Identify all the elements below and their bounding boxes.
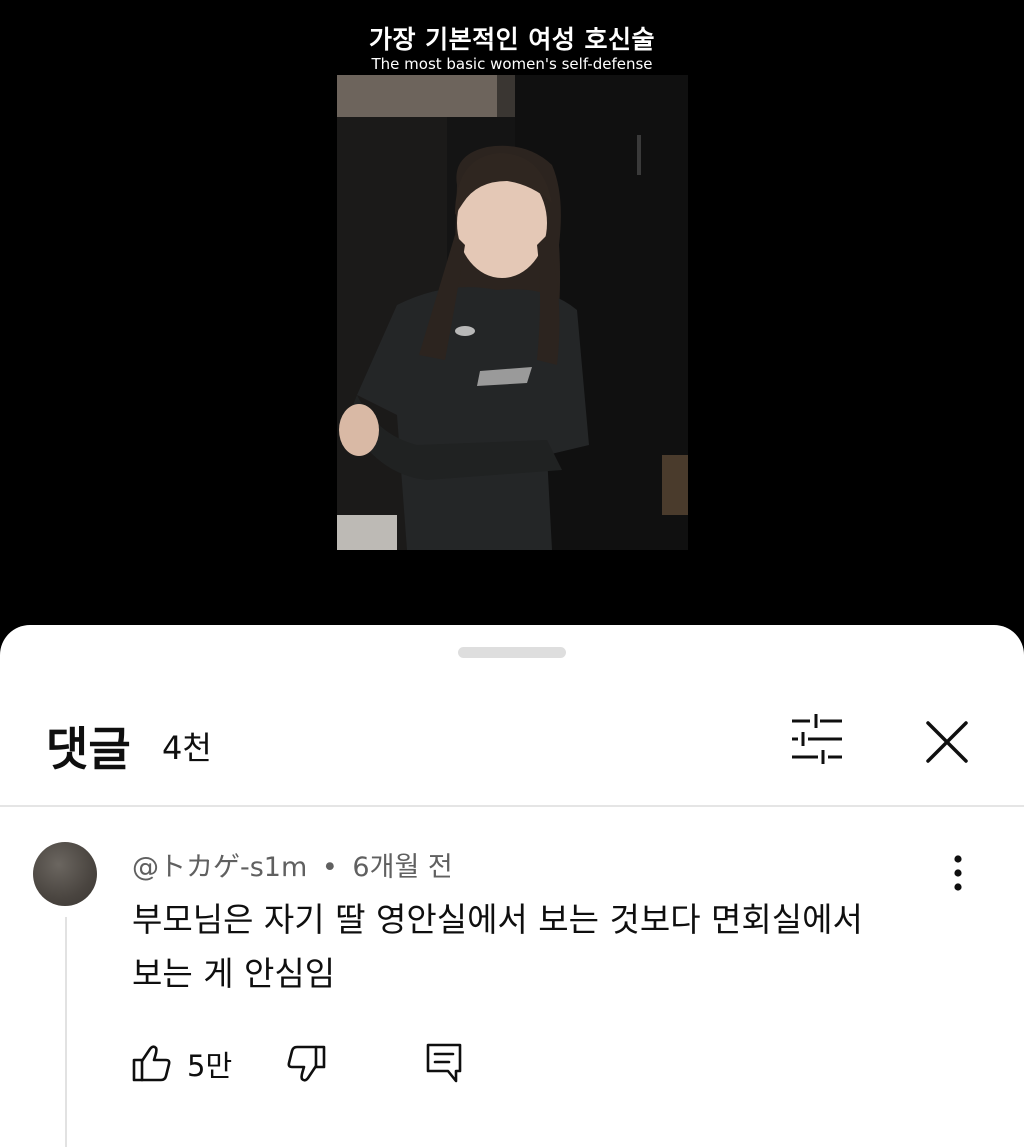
thread-line bbox=[65, 917, 67, 1147]
header-divider bbox=[0, 805, 1024, 807]
close-button[interactable] bbox=[922, 717, 972, 767]
comments-title: 댓글 bbox=[46, 722, 131, 776]
comments-count: 4천 bbox=[162, 729, 212, 767]
comment-time: 6개월 전 bbox=[352, 852, 453, 883]
comment-text: 부모님은 자기 딸 영안실에서 보는 것보다 면회실에서 보는 게 안심임 bbox=[132, 893, 952, 1001]
reply-button[interactable] bbox=[422, 1041, 466, 1085]
drag-handle[interactable] bbox=[458, 647, 566, 658]
video-subtitle-caption: The most basic women's self-defense bbox=[371, 55, 653, 73]
more-vertical-icon bbox=[954, 855, 962, 891]
video-title-caption: 가장 기본적인 여성 호신술 bbox=[368, 25, 656, 54]
reply-icon bbox=[426, 1043, 462, 1083]
comment-text-line: 보는 게 안심임 bbox=[132, 954, 336, 993]
sort-filter-icon bbox=[792, 714, 842, 764]
video-frame-image bbox=[337, 75, 688, 550]
close-icon bbox=[926, 721, 968, 763]
like-button[interactable] bbox=[130, 1041, 174, 1085]
comments-sheet: 댓글 4천 @トカゲ-s1m • 6개월 전 부모님은 자기 딸 영안실에서 보… bbox=[0, 625, 1024, 1147]
meta-separator: • bbox=[321, 852, 338, 883]
more-options-button[interactable] bbox=[944, 853, 972, 893]
dislike-button[interactable] bbox=[284, 1043, 328, 1087]
like-count: 5만 bbox=[187, 1049, 233, 1083]
video-frame[interactable] bbox=[337, 75, 688, 550]
thumbs-down-icon bbox=[287, 1045, 326, 1082]
comment-text-line: 부모님은 자기 딸 영안실에서 보는 것보다 면회실에서 bbox=[132, 900, 863, 939]
comment-meta: @トカゲ-s1m • 6개월 전 bbox=[132, 845, 453, 884]
video-player[interactable]: 가장 기본적인 여성 호신술 The most basic women's se… bbox=[0, 0, 1024, 640]
avatar[interactable] bbox=[33, 842, 97, 906]
comment-author[interactable]: @トカゲ-s1m bbox=[132, 852, 307, 883]
thumbs-up-icon bbox=[132, 1045, 171, 1082]
sort-filter-button[interactable] bbox=[786, 711, 848, 767]
